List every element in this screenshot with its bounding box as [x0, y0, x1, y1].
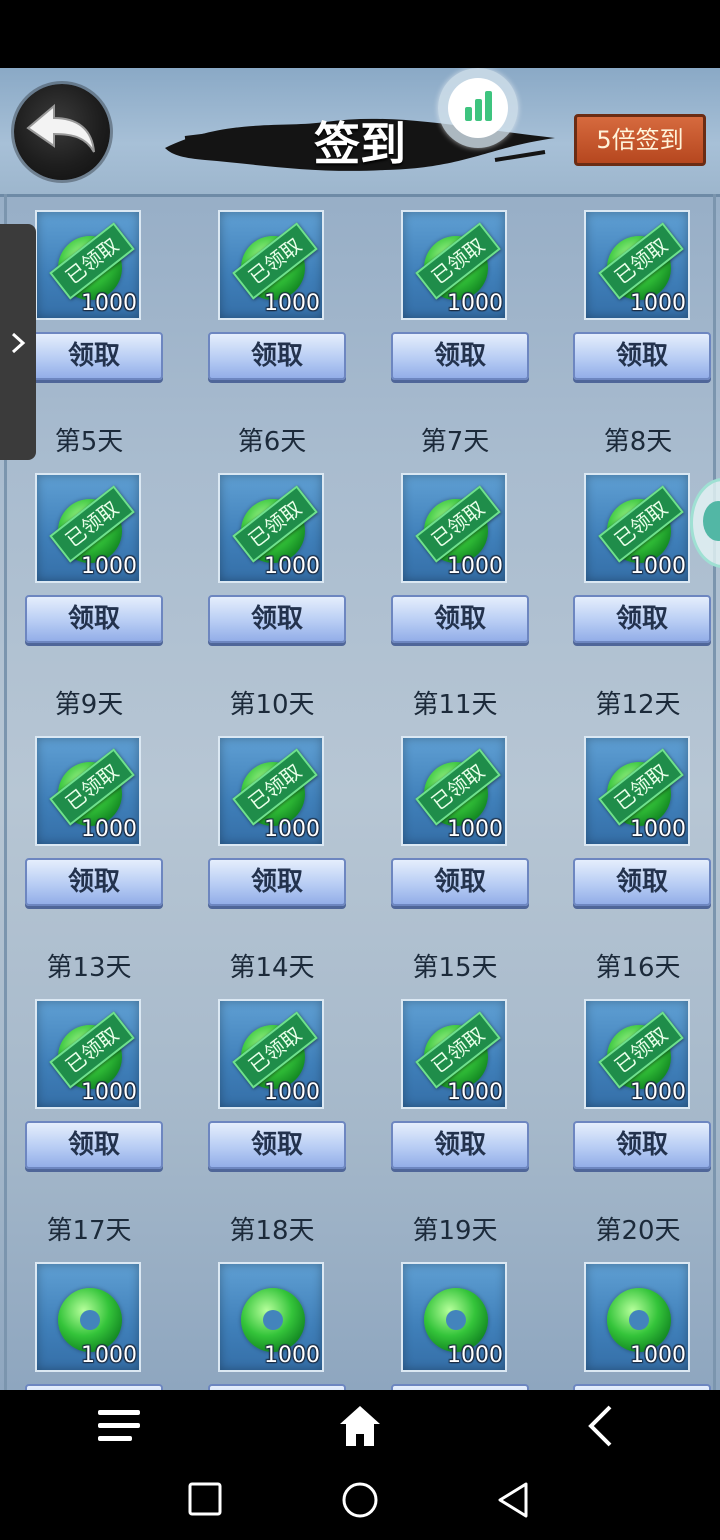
- day-label: 第20天: [595, 1216, 681, 1246]
- day-label: 第12天: [595, 690, 681, 720]
- reward-amount: 1000: [81, 1080, 137, 1105]
- reward-amount: 1000: [630, 554, 686, 579]
- reward-item[interactable]: 已领取 1000: [401, 999, 507, 1109]
- reward-item[interactable]: 已领取 1000: [35, 210, 141, 320]
- claim-button[interactable]: 领取: [208, 595, 346, 643]
- day-label: 第15天: [412, 953, 498, 983]
- navigation-bar: [0, 1390, 720, 1540]
- circle-icon[interactable]: [341, 1481, 379, 1519]
- day-label: 第8天: [603, 427, 673, 457]
- claim-button[interactable]: 领取: [25, 332, 163, 380]
- day-label: 第18天: [229, 1216, 315, 1246]
- square-icon[interactable]: [188, 1482, 222, 1516]
- reward-item[interactable]: 已领取 1000: [584, 473, 690, 583]
- reward-amount: 1000: [447, 1080, 503, 1105]
- curved-back-arrow-icon: [26, 103, 95, 153]
- reward-amount: 1000: [630, 1343, 686, 1368]
- reward-amount: 1000: [264, 817, 320, 842]
- reward-amount: 1000: [81, 291, 137, 316]
- reward-item[interactable]: 已领取 1000: [218, 736, 324, 846]
- day-label: 第6天: [237, 427, 307, 457]
- claim-button[interactable]: 领取: [573, 1121, 711, 1169]
- page-title: 签到: [314, 117, 406, 171]
- reward-amount: 1000: [81, 1343, 137, 1368]
- day-label: 第13天: [46, 953, 132, 983]
- reward-amount: 1000: [81, 817, 137, 842]
- reward-grid: 已领取 1000 领取 已领取 1000 领取 已领取 1000 领取 已领取 1000 领取 第5天已…: [4, 194, 716, 1390]
- claim-button[interactable]: 领取: [391, 595, 529, 643]
- reward-item[interactable]: 已领取 1000: [584, 999, 690, 1109]
- reward-item[interactable]: 已领取 1000: [35, 999, 141, 1109]
- day-label: 第7天: [420, 427, 490, 457]
- reward-item[interactable]: 已领取 1000: [218, 210, 324, 320]
- stats-button[interactable]: [438, 68, 518, 148]
- reward-amount: 1000: [447, 817, 503, 842]
- triangle-back-icon[interactable]: [496, 1481, 530, 1519]
- claim-button[interactable]: 领取: [208, 858, 346, 906]
- claim-button[interactable]: 领取: [208, 1121, 346, 1169]
- reward-item[interactable]: 1000: [401, 1262, 507, 1372]
- hamburger-menu-icon[interactable]: [98, 1406, 142, 1446]
- day-label: 第19天: [412, 1216, 498, 1246]
- reward-amount: 1000: [447, 291, 503, 316]
- reward-amount: 1000: [81, 554, 137, 579]
- sign-in-screen: 签到 5倍签到 已领取 1000 领取 已领取 1000 领取 已领取 1000 领取 已领取 10…: [0, 68, 720, 1390]
- reward-amount: 1000: [264, 291, 320, 316]
- claim-button[interactable]: 领取: [208, 332, 346, 380]
- home-icon[interactable]: [338, 1404, 382, 1448]
- status-bar: [0, 0, 720, 68]
- reward-amount: 1000: [630, 291, 686, 316]
- reward-amount: 1000: [447, 554, 503, 579]
- claim-button[interactable]: 领取: [25, 1121, 163, 1169]
- five-times-sign-in-button[interactable]: 5倍签到: [574, 114, 706, 166]
- side-drawer-tab[interactable]: [0, 224, 36, 460]
- back-button[interactable]: [14, 84, 110, 180]
- reward-item[interactable]: 已领取 1000: [401, 473, 507, 583]
- claim-button[interactable]: 领取: [25, 858, 163, 906]
- claim-button[interactable]: 领取: [573, 858, 711, 906]
- reward-amount: 1000: [630, 1080, 686, 1105]
- reward-item[interactable]: 已领取 1000: [401, 736, 507, 846]
- reward-amount: 1000: [447, 1343, 503, 1368]
- claim-button[interactable]: 领取: [573, 595, 711, 643]
- day-label: 第5天: [54, 427, 124, 457]
- reward-item[interactable]: 已领取 1000: [35, 473, 141, 583]
- reward-item[interactable]: 已领取 1000: [584, 736, 690, 846]
- claim-button[interactable]: 领取: [25, 595, 163, 643]
- claim-button[interactable]: 领取: [573, 332, 711, 380]
- reward-amount: 1000: [630, 817, 686, 842]
- day-label: 第14天: [229, 953, 315, 983]
- reward-item[interactable]: 已领取 1000: [218, 999, 324, 1109]
- reward-amount: 1000: [264, 554, 320, 579]
- reward-item[interactable]: 1000: [584, 1262, 690, 1372]
- claim-button[interactable]: 领取: [391, 858, 529, 906]
- reward-amount: 1000: [264, 1080, 320, 1105]
- bar-chart-icon: [448, 78, 508, 138]
- day-label: 第11天: [412, 690, 498, 720]
- chevron-right-icon: [11, 332, 26, 354]
- day-label: 第17天: [46, 1216, 132, 1246]
- reward-item[interactable]: 已领取 1000: [218, 473, 324, 583]
- reward-item[interactable]: 已领取 1000: [584, 210, 690, 320]
- reward-item[interactable]: 1000: [218, 1262, 324, 1372]
- reward-item[interactable]: 已领取 1000: [35, 736, 141, 846]
- day-label: 第16天: [595, 953, 681, 983]
- claim-button[interactable]: 领取: [391, 332, 529, 380]
- reward-item[interactable]: 1000: [35, 1262, 141, 1372]
- chevron-left-icon[interactable]: [586, 1404, 614, 1448]
- reward-amount: 1000: [264, 1343, 320, 1368]
- day-label: 第9天: [54, 690, 124, 720]
- day-label: 第10天: [229, 690, 315, 720]
- claim-button[interactable]: 领取: [391, 1121, 529, 1169]
- reward-item[interactable]: 已领取 1000: [401, 210, 507, 320]
